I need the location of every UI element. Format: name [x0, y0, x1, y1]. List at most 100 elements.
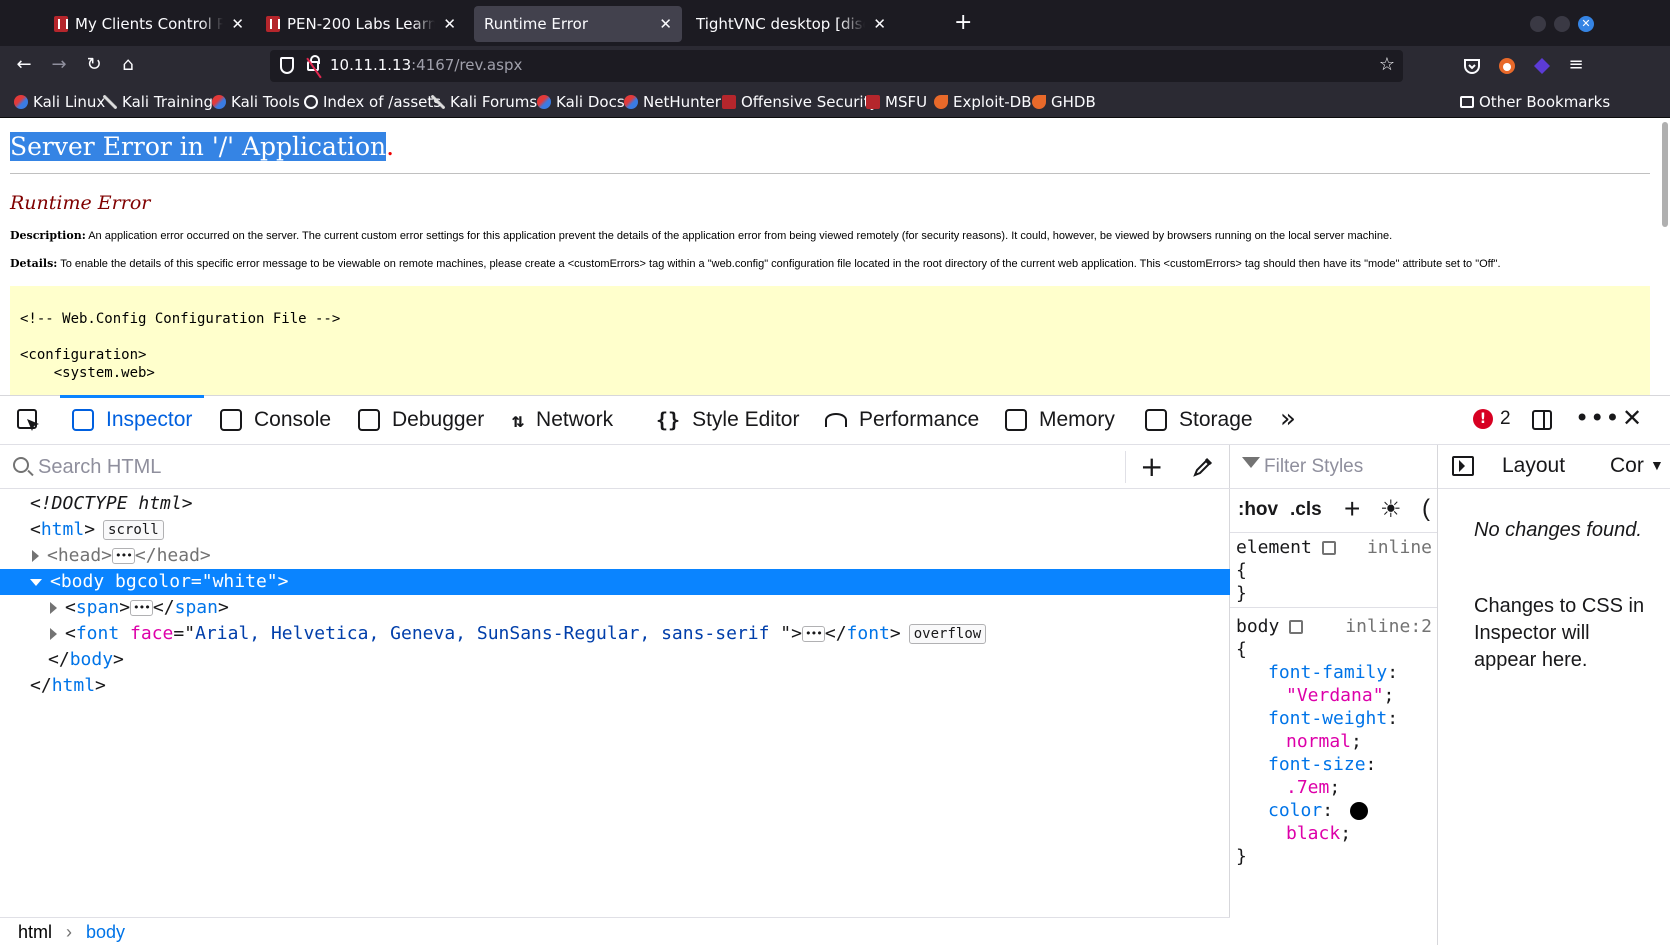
declaration-prop[interactable]: font-family:	[1230, 661, 1437, 684]
declaration-prop[interactable]: color:	[1230, 799, 1437, 822]
node-highlight-icon[interactable]	[1289, 620, 1304, 634]
chevron-down-icon[interactable]: ▼	[1650, 457, 1664, 473]
element-picker-icon[interactable]	[16, 408, 42, 434]
bookmark-msfu[interactable]: MSFU	[866, 93, 927, 111]
bookmark-star-icon[interactable]: ☆	[1379, 54, 1395, 75]
error-count[interactable]: 2	[1500, 408, 1511, 430]
tab-runtime-error[interactable]: Runtime Error ✕	[474, 6, 682, 42]
maximize-button[interactable]	[1554, 16, 1570, 32]
offsec-icon	[266, 16, 280, 32]
eyedropper-icon[interactable]	[1192, 456, 1214, 478]
bookmark-kali-linux[interactable]: Kali Linux	[14, 93, 105, 111]
error-icon[interactable]: !	[1473, 409, 1493, 429]
tree-span-node[interactable]: <span> ••• </span>	[0, 595, 1230, 621]
other-bookmarks[interactable]: Other Bookmarks	[1460, 93, 1610, 111]
declaration-value[interactable]: .7em;	[1230, 776, 1437, 799]
tree-font-node[interactable]: <font face="Arial, Helvetica, Geneva, Su…	[0, 621, 1230, 647]
tree-html-node[interactable]: <html> scroll	[0, 517, 1230, 543]
close-window-button[interactable]: ✕	[1578, 16, 1594, 32]
tree-html-close[interactable]: </html>	[0, 673, 1230, 699]
bookmark-kali-docs[interactable]: Kali Docs	[537, 93, 625, 111]
rules-list: element inline { } body inline:2 { font-fa…	[1230, 533, 1437, 868]
extension-wappalyzer-icon[interactable]	[1532, 56, 1552, 76]
collapse-triangle-icon[interactable]	[30, 578, 42, 586]
back-button[interactable]: ←	[12, 54, 36, 75]
tab-storage[interactable]: Storage	[1145, 396, 1253, 444]
reload-button[interactable]: ↻	[82, 54, 106, 75]
bookmark-kali-training[interactable]: Kali Training	[103, 93, 213, 111]
tab-performance[interactable]: Performance	[825, 396, 979, 444]
bookmark-kali-forums[interactable]: Kali Forums	[431, 93, 537, 111]
menu-hamburger-icon[interactable]: ≡	[1564, 54, 1588, 75]
filter-styles-input[interactable]	[1264, 453, 1434, 481]
tab-memory[interactable]: Memory	[1005, 396, 1115, 444]
add-rule-icon[interactable]: +	[1344, 493, 1360, 525]
expand-triangle-icon[interactable]	[50, 602, 57, 614]
extension-fox-icon[interactable]	[1497, 56, 1517, 76]
tree-head-node[interactable]: <head> ••• </head>	[0, 543, 1230, 569]
page-scrollbar[interactable]	[1662, 122, 1668, 227]
tracking-shield-icon[interactable]	[280, 57, 294, 74]
declaration-value[interactable]: black;	[1230, 822, 1437, 845]
tree-body-node[interactable]: <body bgcolor="white">	[0, 569, 1230, 595]
tab-layout[interactable]: Layout	[1502, 454, 1565, 478]
tab-debugger[interactable]: Debugger	[358, 396, 484, 444]
scroll-badge[interactable]: scroll	[103, 520, 164, 540]
tab-my-clients[interactable]: My Clients Control Panel | ✕	[44, 6, 254, 42]
tab-console[interactable]: Console	[220, 396, 331, 444]
declaration-prop[interactable]: font-size:	[1230, 753, 1437, 776]
tab-pen200[interactable]: PEN-200 Labs Learning P ✕	[256, 6, 466, 42]
print-simulation-icon[interactable]: (	[1422, 495, 1430, 523]
close-tab-icon[interactable]: ✕	[231, 15, 244, 33]
node-highlight-icon[interactable]	[1321, 541, 1336, 555]
bookmark-offensive-security[interactable]: Offensive Security	[722, 93, 878, 111]
collapsed-children-icon[interactable]: •••	[112, 548, 135, 564]
hov-toggle[interactable]: :hov	[1238, 499, 1278, 521]
bookmark-kali-tools[interactable]: Kali Tools	[212, 93, 300, 111]
pocket-icon[interactable]	[1462, 56, 1482, 76]
close-devtools-icon[interactable]: ✕	[1622, 404, 1642, 432]
add-node-button[interactable]: +	[1140, 450, 1163, 483]
declaration-value[interactable]: normal;	[1230, 730, 1437, 753]
more-tools-chevron-icon[interactable]: »	[1280, 404, 1296, 434]
address-bar[interactable]: 10.11.1.13:4167/rev.aspx ☆	[270, 50, 1403, 82]
dock-side-icon[interactable]	[1530, 408, 1554, 432]
rule-source[interactable]: inline	[1367, 536, 1432, 559]
url-text[interactable]: 10.11.1.13:4167/rev.aspx	[330, 56, 522, 74]
light-theme-sun-icon[interactable]: ☀	[1380, 495, 1402, 524]
tab-computed[interactable]: Cor	[1610, 454, 1644, 478]
bookmark-index-assets[interactable]: Index of /assets	[304, 93, 441, 111]
overflow-badge[interactable]: overflow	[908, 624, 987, 644]
search-html-input[interactable]	[38, 453, 1108, 481]
collapsed-children-icon[interactable]: •••	[130, 600, 153, 616]
home-button[interactable]: ⌂	[116, 54, 140, 75]
declaration-prop[interactable]: font-weight:	[1230, 707, 1437, 730]
breadcrumb-body[interactable]: body	[86, 922, 125, 943]
new-tab-button[interactable]: +	[954, 10, 972, 35]
more-options-icon[interactable]: •••	[1575, 404, 1620, 432]
tree-body-close[interactable]: </body>	[0, 647, 1230, 673]
minimize-button[interactable]	[1530, 16, 1546, 32]
insecure-lock-icon[interactable]	[307, 55, 320, 71]
breadcrumb-html[interactable]: html	[18, 922, 52, 943]
tab-tightvnc[interactable]: TightVNC desktop [disco] ✕	[686, 6, 896, 42]
close-tab-icon[interactable]: ✕	[443, 15, 456, 33]
forward-button[interactable]: →	[47, 54, 71, 75]
tab-style-editor[interactable]: {} Style Editor	[656, 396, 799, 444]
tab-inspector[interactable]: Inspector	[59, 395, 205, 444]
bookmark-nethunter[interactable]: NetHunter	[624, 93, 721, 111]
collapsed-children-icon[interactable]: •••	[801, 626, 825, 642]
declaration-value[interactable]: "Verdana";	[1230, 684, 1437, 707]
rule-source[interactable]: inline:2	[1345, 615, 1432, 638]
close-tab-icon[interactable]: ✕	[873, 15, 886, 33]
expand-triangle-icon[interactable]	[32, 550, 39, 562]
close-tab-icon[interactable]: ✕	[659, 15, 672, 33]
tab-network[interactable]: ⇅ Network	[512, 396, 613, 444]
cls-toggle[interactable]: .cls	[1290, 499, 1322, 521]
toggle-sidebar-icon[interactable]	[1452, 456, 1474, 476]
color-swatch[interactable]	[1349, 802, 1368, 820]
expand-triangle-icon[interactable]	[50, 628, 57, 640]
tree-doctype[interactable]: <!DOCTYPE html>	[0, 491, 1230, 517]
bookmark-ghdb[interactable]: GHDB	[1032, 93, 1096, 111]
bookmark-exploit-db[interactable]: Exploit-DB	[934, 93, 1032, 111]
